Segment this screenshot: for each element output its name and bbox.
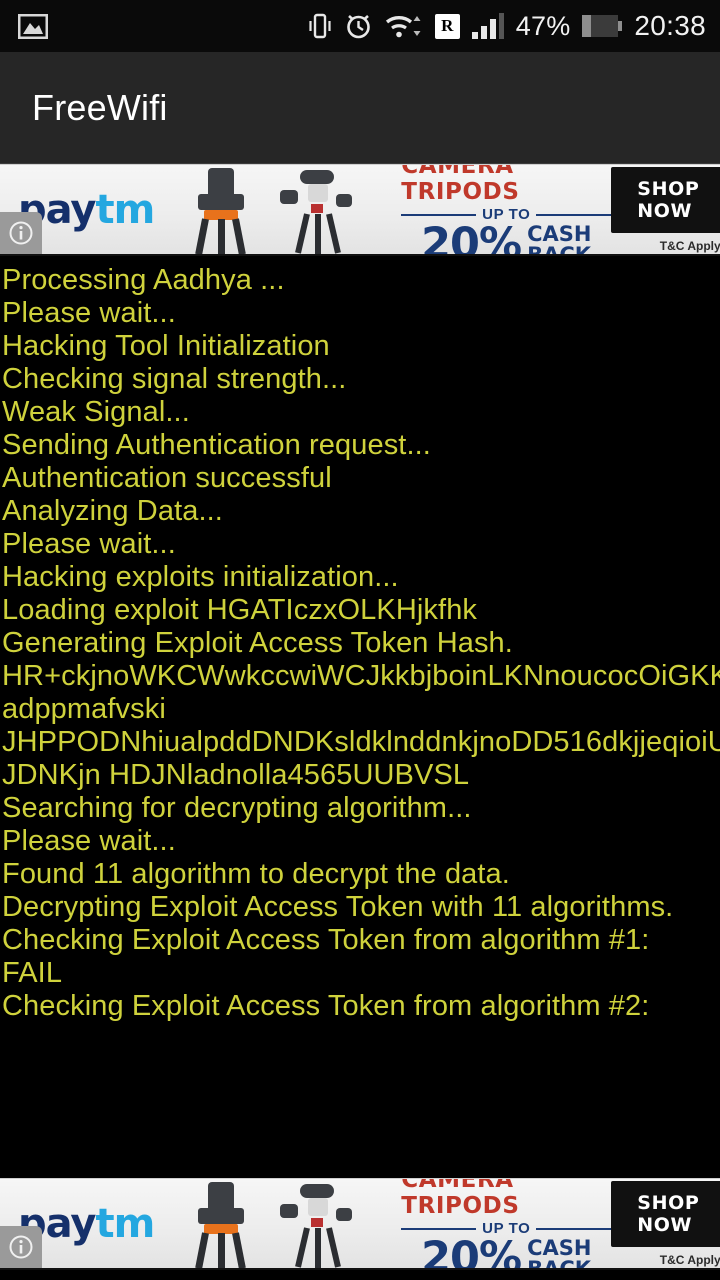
battery-percent-label: 47% <box>515 10 571 41</box>
ad-cash-line1: CASH <box>527 1236 592 1260</box>
signal-bars-icon <box>471 12 505 40</box>
log-line: Checking Exploit Access Token from algor… <box>2 924 650 956</box>
tripod-product-image <box>180 165 395 254</box>
log-line: FAIL <box>2 957 63 989</box>
status-bar-right-icons: R 47% 20:38 <box>307 10 706 42</box>
log-line: Found 11 algorithm to decrypt the data. <box>2 858 510 890</box>
tripod-product-image <box>180 1179 395 1268</box>
shop-now-button[interactable]: SHOP NOW <box>611 166 720 233</box>
ad-cash-line2: BACK <box>527 1257 592 1270</box>
log-line: Weak Signal... <box>2 396 190 428</box>
log-line: Please wait... <box>2 297 176 329</box>
ad-cashback-label: CASH BACK <box>527 1236 592 1270</box>
log-line: Checking signal strength... <box>2 363 347 395</box>
log-line: Please wait... <box>2 528 176 560</box>
log-line: HR+ckjnoWKCWwkccwiWCJkkbjboinLKNnoucocOi… <box>2 660 720 692</box>
status-bar: R 47% 20:38 <box>0 0 720 52</box>
app-screen: R 47% 20:38 FreeWifi paytm CAMERA TRIPOD… <box>0 0 720 1280</box>
ad-rule-left <box>401 1227 477 1230</box>
ad-headline: CAMERA TRIPODS <box>401 1178 520 1219</box>
shop-now-button[interactable]: SHOP NOW <box>611 1180 720 1247</box>
image-notification-icon <box>18 13 48 39</box>
ad-cashback-label: CASH BACK <box>527 222 592 256</box>
page-title: FreeWifi <box>32 86 168 128</box>
log-line: Sending Authentication request... <box>2 429 431 461</box>
log-line: adppmafvski <box>2 693 166 725</box>
top-ad-banner[interactable]: paytm CAMERA TRIPODS UP TO 20% CASH BACK… <box>0 164 720 256</box>
ad-cash-line1: CASH <box>527 222 592 246</box>
ad-rule-right <box>536 1227 612 1230</box>
ad-rule-left <box>401 213 477 216</box>
log-line: Checking Exploit Access Token from algor… <box>2 990 650 1022</box>
log-line: Hacking exploits initialization... <box>2 561 399 593</box>
hacking-log-output: Processing Aadhya ... Please wait... Hacki… <box>0 256 720 1178</box>
ad-rule-right <box>536 213 612 216</box>
ad-terms-label: T&C Apply* <box>659 238 720 253</box>
adchoices-info-icon[interactable] <box>0 1226 42 1268</box>
ad-cash-line2: BACK <box>527 243 592 256</box>
bottom-ad-banner[interactable]: paytm CAMERA TRIPODS UP TO 20% CASH BACK… <box>0 1178 720 1270</box>
log-line: Please wait... <box>2 825 176 857</box>
log-line: Searching for decrypting algorithm... <box>2 792 472 824</box>
wifi-icon <box>384 11 424 41</box>
ad-cta-block: SHOP NOW T&C Apply* <box>611 166 720 253</box>
log-line: Decrypting Exploit Access Token with 11 … <box>2 891 674 923</box>
ad-deal-row: 20% CASH BACK <box>421 219 592 256</box>
action-bar: FreeWifi <box>0 52 720 164</box>
status-bar-left-icons <box>18 13 48 39</box>
bottom-strip <box>0 1270 720 1280</box>
alarm-icon <box>344 11 373 41</box>
ad-deal-row: 20% CASH BACK <box>421 1233 592 1270</box>
ad-copy-block: CAMERA TRIPODS UP TO 20% CASH BACK <box>401 1178 612 1270</box>
log-line: JHPPODNhiualpddDNDKsldklnddnkjnoDD516dkj… <box>2 726 720 758</box>
vibrate-icon <box>307 11 333 41</box>
roaming-icon: R <box>434 13 460 39</box>
log-line: Processing Aadhya ... <box>2 264 285 296</box>
battery-icon <box>581 13 623 39</box>
log-line: Hacking Tool Initialization <box>2 330 330 362</box>
ad-percent-label: 20% <box>421 1233 522 1270</box>
ad-terms-label: T&C Apply* <box>659 1252 720 1267</box>
log-line: Authentication successful <box>2 462 332 494</box>
log-line: Analyzing Data... <box>2 495 223 527</box>
ad-percent-label: 20% <box>421 219 522 256</box>
ad-headline: CAMERA TRIPODS <box>401 164 520 205</box>
ad-cta-block: SHOP NOW T&C Apply* <box>611 1180 720 1267</box>
ad-copy-block: CAMERA TRIPODS UP TO 20% CASH BACK <box>401 164 612 256</box>
log-line: JDNKjn HDJNladnolla4565UUBVSL <box>2 759 470 791</box>
log-line: Loading exploit HGATIczxOLKHjkfhk <box>2 594 478 626</box>
status-bar-clock: 20:38 <box>634 10 706 41</box>
adchoices-info-icon[interactable] <box>0 212 42 254</box>
log-line: Generating Exploit Access Token Hash. <box>2 627 513 659</box>
